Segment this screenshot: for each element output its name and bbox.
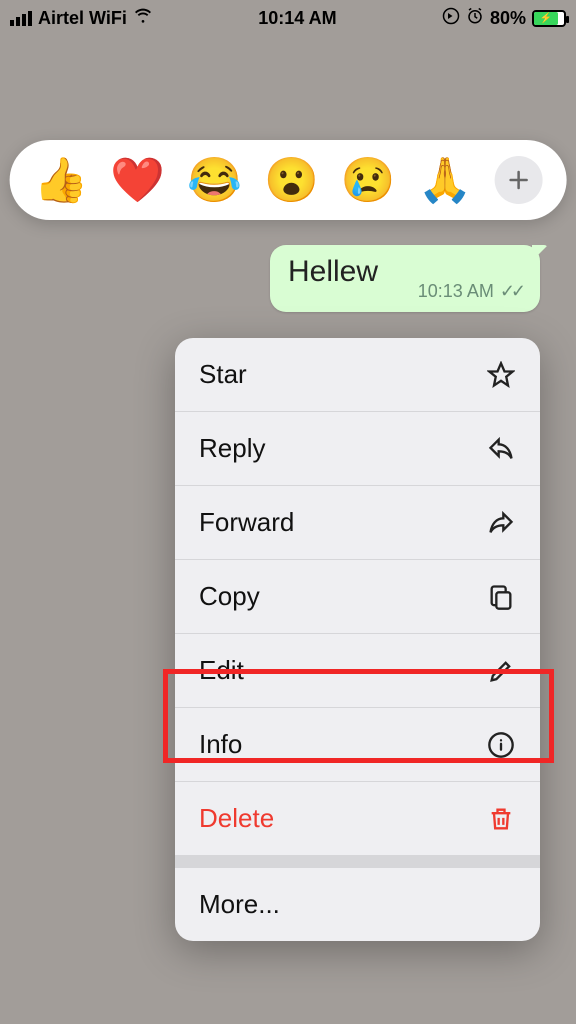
battery-icon: ⚡: [532, 10, 566, 27]
menu-label: Info: [199, 729, 242, 760]
reaction-picker: 👍 ❤️ 😂 😮 😢 🙏: [10, 140, 567, 220]
status-bar: Airtel WiFi 10:14 AM 80% ⚡: [0, 0, 576, 36]
plus-icon: [506, 168, 530, 192]
menu-delete[interactable]: Delete: [175, 782, 540, 856]
battery-percent-label: 80%: [490, 8, 526, 29]
info-icon: [486, 730, 516, 760]
menu-edit[interactable]: Edit: [175, 634, 540, 708]
menu-label: More...: [199, 889, 280, 920]
menu-star[interactable]: Star: [175, 338, 540, 412]
wifi-icon: [133, 8, 153, 29]
menu-label: Edit: [199, 655, 244, 686]
message-context-menu: Star Reply Forward Copy Edit Info Dele: [175, 338, 540, 941]
menu-forward[interactable]: Forward: [175, 486, 540, 560]
reaction-pray[interactable]: 🙏: [418, 154, 473, 206]
delivered-checkmarks-icon: ✓✓: [500, 281, 522, 302]
selected-message[interactable]: Hellew 10:13 AM ✓✓: [270, 245, 540, 312]
carrier-label: Airtel WiFi: [38, 8, 127, 29]
reaction-surprised[interactable]: 😮: [264, 154, 319, 206]
menu-label: Forward: [199, 507, 294, 538]
rotation-lock-icon: [442, 7, 460, 30]
reply-icon: [486, 434, 516, 464]
menu-label: Copy: [199, 581, 260, 612]
copy-icon: [486, 582, 516, 612]
menu-separator: [175, 856, 540, 868]
reaction-heart[interactable]: ❤️: [110, 154, 165, 206]
menu-info[interactable]: Info: [175, 708, 540, 782]
menu-reply[interactable]: Reply: [175, 412, 540, 486]
menu-label: Delete: [199, 803, 274, 834]
reaction-laugh[interactable]: 😂: [187, 154, 242, 206]
menu-label: Star: [199, 359, 247, 390]
alarm-icon: [466, 7, 484, 30]
menu-more[interactable]: More...: [175, 868, 540, 941]
reaction-sad[interactable]: 😢: [341, 154, 396, 206]
clock-label: 10:14 AM: [258, 8, 336, 29]
trash-icon: [486, 804, 516, 834]
star-icon: [486, 360, 516, 390]
reaction-thumbs-up[interactable]: 👍: [34, 154, 89, 206]
forward-icon: [486, 508, 516, 538]
menu-label: Reply: [199, 433, 265, 464]
message-timestamp: 10:13 AM: [418, 281, 494, 302]
signal-icon: [10, 11, 32, 26]
pencil-icon: [486, 656, 516, 686]
menu-copy[interactable]: Copy: [175, 560, 540, 634]
reaction-more-button[interactable]: [494, 156, 542, 204]
